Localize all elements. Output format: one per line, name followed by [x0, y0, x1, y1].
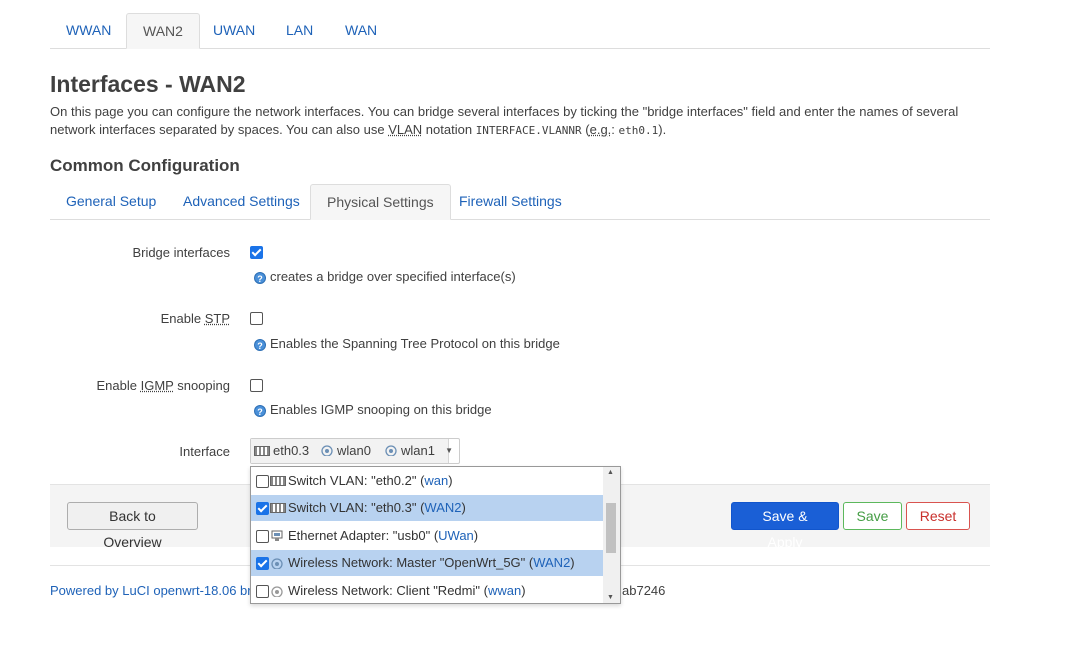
option-label: Switch VLAN: "eth0.2" ( — [288, 473, 425, 488]
option-checkbox[interactable] — [256, 475, 269, 488]
ethernet-icon — [270, 523, 287, 550]
option-checkbox[interactable] — [256, 502, 269, 515]
interface-chip-eth0-3: eth0.3 — [251, 439, 325, 463]
tab-firewall-settings[interactable]: Firewall Settings — [443, 184, 578, 219]
desc-eg-abbr: e.g. — [589, 122, 612, 137]
chip-label: eth0.3 — [273, 443, 310, 458]
desc-text-2: notation — [422, 122, 476, 137]
reset-button[interactable]: Reset — [906, 502, 970, 530]
back-to-overview-button[interactable]: Back to Overview — [67, 502, 198, 550]
save-button[interactable]: Save — [843, 502, 902, 530]
tab-wan2[interactable]: WAN2 — [126, 13, 200, 49]
option-eth0-3[interactable]: Switch VLAN: "eth0.3" (WAN2) — [251, 495, 603, 521]
option-usb0[interactable]: Ethernet Adapter: "usb0" (UWan) — [251, 523, 603, 549]
scrollbar-thumb[interactable] — [606, 503, 616, 553]
switch-icon — [270, 468, 289, 494]
igmp-label-text: Enable — [96, 378, 141, 393]
tab-lan[interactable]: LAN — [270, 13, 329, 48]
bridge-interfaces-checkbox[interactable] — [250, 246, 263, 259]
option-redmi[interactable]: Wireless Network: Client "Redmi" (wwan) — [251, 578, 603, 603]
option-zone: wwan — [487, 583, 522, 598]
stp-abbr: STP — [204, 311, 230, 326]
stp-help-text: Enables the Spanning Tree Protocol on th… — [270, 336, 560, 351]
option-zone: UWan — [438, 528, 474, 543]
interface-options-list[interactable]: Switch VLAN: "eth0.2" (wan) Switch VLAN:… — [250, 466, 621, 604]
dropdown-scrollbar[interactable]: ▲ ▼ — [603, 467, 620, 603]
igmp-abbr: IGMP — [140, 378, 174, 393]
section-title: Common Configuration — [50, 156, 240, 175]
footer-version: ab7246 — [622, 583, 666, 598]
tab-advanced-settings[interactable]: Advanced Settings — [167, 184, 316, 219]
option-label: Ethernet Adapter: "usb0" ( — [288, 528, 439, 543]
help-icon: ? — [254, 272, 266, 284]
switch-icon — [270, 495, 289, 521]
interface-chip-wlan0: wlan0 — [317, 439, 389, 463]
interface-label: Interface — [179, 444, 230, 459]
desc-text-3: ( — [581, 122, 590, 137]
chip-label: wlan1 — [401, 443, 435, 458]
footer-link[interactable]: Powered by LuCI openwrt-18.06 br — [50, 583, 252, 598]
wifi-icon — [270, 550, 287, 577]
option-openwrt-5g[interactable]: Wireless Network: Master "OpenWrt_5G" (W… — [251, 550, 603, 576]
help-icon: ? — [254, 339, 266, 351]
option-zone: WAN2 — [424, 500, 462, 515]
enable-stp-label: Enable STP — [50, 311, 230, 326]
tab-wwan[interactable]: WWAN — [50, 13, 127, 48]
option-close: ) — [461, 500, 466, 515]
interface-dropdown[interactable]: eth0.3 wlan0 wlan1 ▼ — [250, 438, 460, 464]
chip-label: wlan0 — [337, 443, 371, 458]
enable-stp-help: ? Enables the Spanning Tree Protocol on t… — [254, 336, 560, 351]
bridge-help-text: creates a bridge over specified interfac… — [270, 269, 516, 284]
page-description: On this page you can configure the netwo… — [50, 103, 990, 140]
desc-text-4: : — [611, 122, 619, 137]
option-zone: wan — [424, 473, 449, 488]
option-eth0-2[interactable]: Switch VLAN: "eth0.2" (wan) — [251, 468, 603, 494]
tab-general-setup[interactable]: General Setup — [50, 184, 172, 219]
config-tabs: General Setup Advanced Settings Physical… — [50, 184, 990, 220]
desc-code-2: eth0.1 — [618, 124, 659, 137]
stp-label-text: Enable — [160, 311, 205, 326]
option-label: Wireless Network: Master "OpenWrt_5G" ( — [288, 555, 534, 570]
enable-igmp-help: ? Enables IGMP snooping on this bridge — [254, 402, 492, 417]
option-close: ) — [473, 528, 479, 543]
bridge-interfaces-help: ? creates a bridge over specified interfa… — [254, 269, 516, 284]
option-checkbox[interactable] — [256, 585, 269, 598]
enable-stp-checkbox[interactable] — [250, 312, 263, 325]
option-close: ) — [448, 473, 453, 488]
option-close: ) — [570, 555, 575, 570]
option-zone: WAN2 — [533, 555, 571, 570]
option-label: Wireless Network: Client "Redmi" ( — [288, 583, 488, 598]
option-checkbox[interactable] — [256, 530, 269, 543]
interface-tabs: WWAN WAN2 UWAN LAN WAN — [50, 13, 990, 49]
bridge-interfaces-label: Bridge interfaces — [132, 245, 230, 260]
enable-igmp-checkbox[interactable] — [250, 379, 263, 392]
chevron-down-icon: ▼ — [445, 446, 453, 455]
switch-icon — [254, 446, 270, 456]
option-checkbox[interactable] — [256, 557, 269, 570]
desc-code-1: INTERFACE.VLANNR — [475, 124, 582, 137]
help-icon: ? — [254, 405, 266, 417]
tab-uwan[interactable]: UWAN — [197, 13, 271, 48]
option-close: ) — [521, 583, 526, 598]
interface-chip-wlan1: wlan1 — [381, 439, 449, 463]
desc-text-5: ). — [658, 122, 667, 137]
igmp-label-post: snooping — [173, 378, 230, 393]
page-title: Interfaces - WAN2 — [50, 71, 246, 97]
option-label: Switch VLAN: "eth0.3" ( — [288, 500, 425, 515]
save-apply-button[interactable]: Save & Apply — [731, 502, 839, 550]
scroll-down-icon[interactable]: ▼ — [607, 594, 614, 601]
tab-wan[interactable]: WAN — [329, 13, 393, 48]
scroll-up-icon[interactable]: ▲ — [607, 469, 614, 476]
igmp-help-text: Enables IGMP snooping on this bridge — [270, 402, 492, 417]
tab-physical-settings[interactable]: Physical Settings — [310, 184, 451, 220]
wifi-icon — [385, 445, 397, 456]
enable-igmp-label: Enable IGMP snooping — [50, 378, 230, 393]
desc-vlan-abbr: VLAN — [388, 122, 423, 137]
wifi-icon — [321, 445, 333, 456]
wifi-icon — [270, 578, 287, 603]
